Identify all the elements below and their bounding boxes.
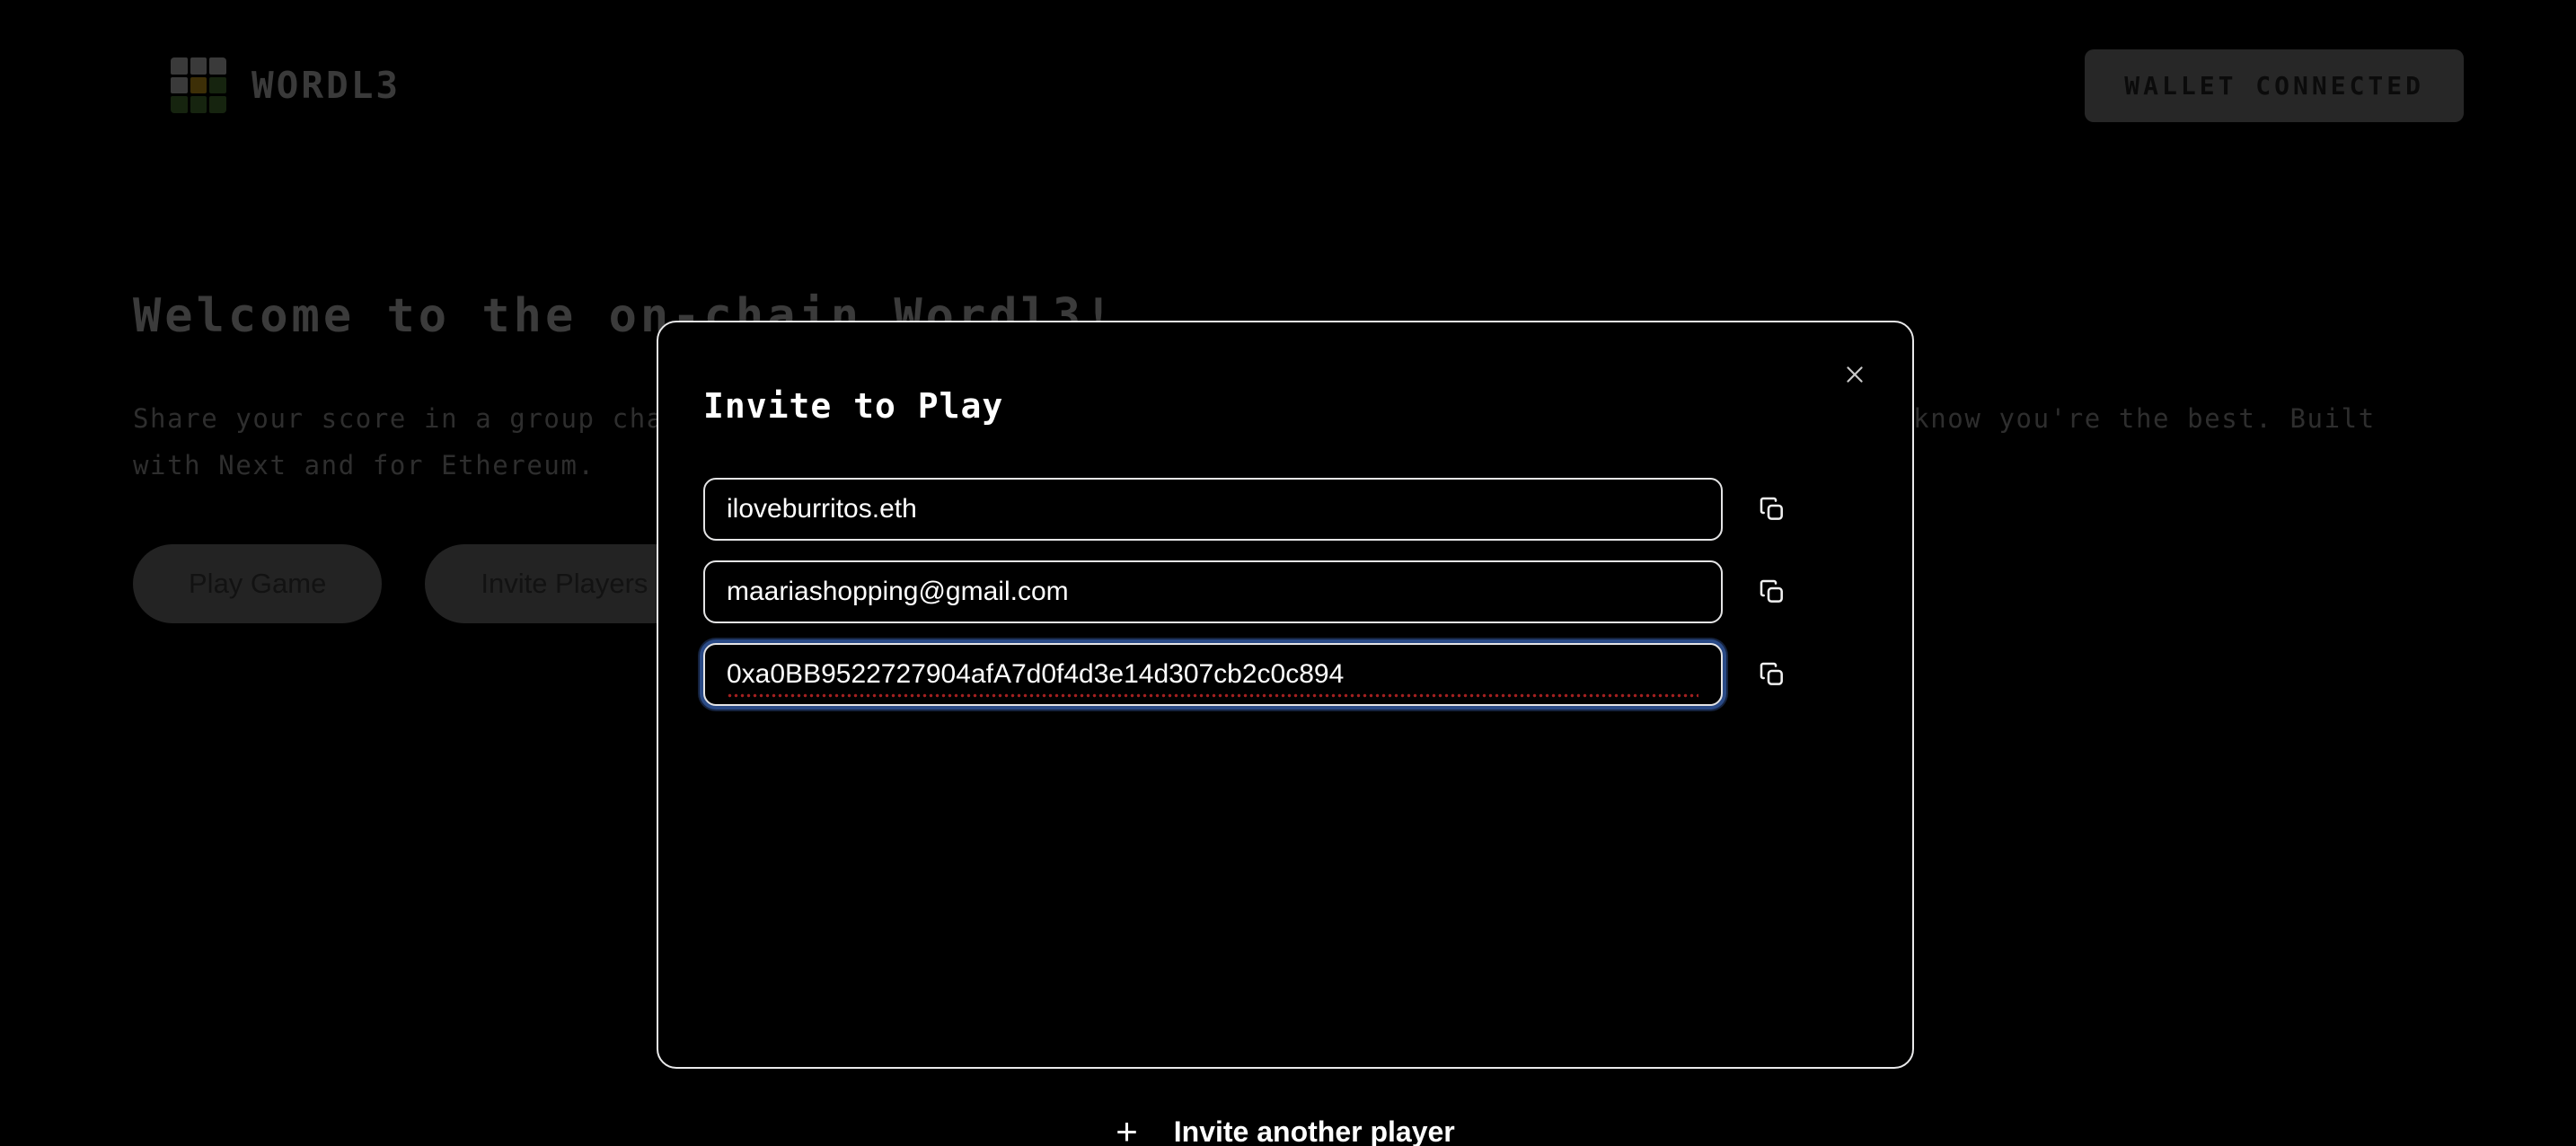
- plus-icon: +: [1116, 1110, 1138, 1146]
- copy-icon[interactable]: [1746, 483, 1798, 535]
- invitee-row: [703, 560, 1871, 623]
- invite-to-play-modal: Invite to Play + Invite another player: [657, 321, 1914, 1146]
- copy-icon[interactable]: [1746, 566, 1798, 618]
- invite-another-player-label: Invite another player: [1173, 1115, 1455, 1146]
- modal-title: Invite to Play: [703, 386, 1004, 426]
- modal-overlay[interactable]: Invite to Play + Invite another player: [0, 0, 2576, 1146]
- invitee-input-2[interactable]: [703, 643, 1723, 706]
- invite-another-player-button[interactable]: + Invite another player: [658, 1113, 1912, 1146]
- invitee-input-0[interactable]: [703, 478, 1723, 541]
- invitee-input-1[interactable]: [703, 560, 1723, 623]
- invitee-row: [703, 643, 1871, 706]
- copy-icon[interactable]: [1746, 648, 1798, 701]
- invitee-list: [703, 478, 1871, 726]
- invitee-row: [703, 478, 1871, 541]
- close-icon[interactable]: [1831, 351, 1878, 398]
